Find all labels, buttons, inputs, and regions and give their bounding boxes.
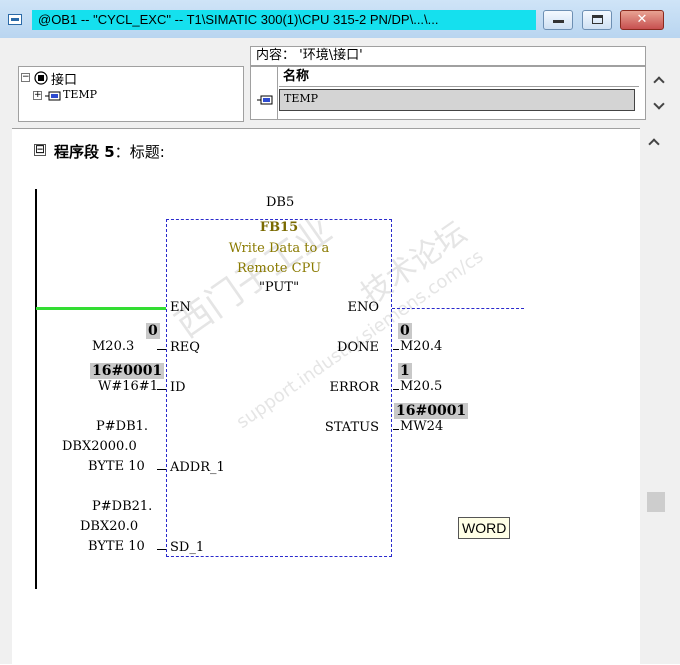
id-connector xyxy=(157,389,166,390)
pin-sd: SD_1 xyxy=(170,540,205,555)
close-icon: ✕ xyxy=(636,12,648,27)
network-label: 程序段 5 xyxy=(54,143,115,161)
tree-label-temp: TEMP xyxy=(63,88,98,101)
tree-label-interface: 接口 xyxy=(51,73,78,88)
error-connector xyxy=(393,389,399,390)
datatype-tooltip: WORD xyxy=(458,517,511,539)
status-operand[interactable]: MW24 xyxy=(400,419,443,434)
req-connector xyxy=(157,349,166,350)
table-row-temp[interactable]: TEMP xyxy=(279,89,635,111)
scroll-down-icon[interactable] xyxy=(653,98,665,110)
close-button[interactable]: ✕ xyxy=(620,10,664,30)
pin-req: REQ xyxy=(170,340,200,355)
interface-icon xyxy=(34,71,48,85)
window-app-icon xyxy=(8,14,22,25)
variable-icon xyxy=(45,91,61,101)
scroll-up-icon[interactable] xyxy=(653,76,665,88)
status-connector xyxy=(393,429,399,430)
table-scrollbar[interactable] xyxy=(650,66,668,120)
req-operand[interactable]: M20.3 xyxy=(92,339,134,354)
pin-en: EN xyxy=(170,300,191,315)
status-status-value: 16#0001 xyxy=(394,403,469,419)
network-separator: ： xyxy=(114,143,130,161)
addr-operand-line1[interactable]: P#DB1. xyxy=(96,419,148,434)
scroll-thumb[interactable] xyxy=(647,492,665,512)
sd-operand-line1[interactable]: P#DB21. xyxy=(92,499,152,514)
pin-id: ID xyxy=(170,380,186,395)
variable-row-icon xyxy=(257,95,273,105)
interface-tree[interactable]: − 接口 + TEMP xyxy=(18,66,244,122)
editor-scrollbar[interactable] xyxy=(640,128,668,664)
power-flow-line xyxy=(36,307,166,310)
id-status-value: 16#0001 xyxy=(90,363,165,379)
expand-toggle-icon[interactable]: + xyxy=(33,91,42,100)
network-collapse-icon[interactable]: ⊟ xyxy=(34,143,46,156)
addr-operand-line2[interactable]: DBX2000.0 xyxy=(62,439,137,454)
maximize-icon xyxy=(592,15,603,24)
pin-eno: ENO xyxy=(347,300,379,315)
pin-done: DONE xyxy=(337,340,379,355)
interface-table[interactable]: 名称 TEMP xyxy=(250,66,646,120)
minimize-button[interactable] xyxy=(543,10,573,30)
done-operand[interactable]: M20.4 xyxy=(400,339,442,354)
pin-status: STATUS xyxy=(324,420,379,435)
eno-line xyxy=(392,308,524,309)
power-rail xyxy=(35,189,37,589)
editor-window: @OB1 -- "CYCL_EXC" -- T1\SIMATIC 300(1)\… xyxy=(0,0,680,665)
fb-symbol: "PUT" xyxy=(258,280,300,295)
sd-connector xyxy=(157,549,166,550)
pin-addr: ADDR_1 xyxy=(170,460,225,475)
ladder-editor[interactable]: ⊟ 程序段 5：标题: 西门子工业 support.industry.sieme… xyxy=(12,128,640,665)
column-divider xyxy=(277,67,278,119)
content-header: 内容： '环境\接口' xyxy=(250,46,646,66)
done-status-value: 0 xyxy=(398,323,412,339)
id-operand[interactable]: W#16#1 xyxy=(98,379,158,394)
sd-operand-line2[interactable]: DBX20.0 xyxy=(80,519,138,534)
minimize-icon xyxy=(553,20,564,23)
interface-panel: 内容： '环境\接口' − 接口 + TEMP 名称 TEMP xyxy=(12,42,668,124)
done-connector xyxy=(393,349,399,350)
scroll-up-icon[interactable] xyxy=(648,138,660,150)
fb-name: FB15 xyxy=(259,220,299,235)
fb-comment-line2: Remote CPU xyxy=(236,261,322,276)
instance-db[interactable]: DB5 xyxy=(266,195,294,210)
fb-comment-line1: Write Data to a xyxy=(228,241,330,256)
network-title-label: 标题: xyxy=(129,143,165,161)
pin-error: ERROR xyxy=(329,380,379,395)
title-bar[interactable]: @OB1 -- "CYCL_EXC" -- T1\SIMATIC 300(1)\… xyxy=(0,0,680,38)
sd-operand-line3[interactable]: BYTE 10 xyxy=(88,539,145,554)
column-header-name[interactable]: 名称 xyxy=(279,68,639,87)
error-status-value: 1 xyxy=(398,363,412,379)
collapse-toggle-icon[interactable]: − xyxy=(21,73,30,82)
network-title: 程序段 5：标题: xyxy=(54,141,165,162)
addr-connector xyxy=(157,469,166,470)
error-operand[interactable]: M20.5 xyxy=(400,379,442,394)
req-status-value: 0 xyxy=(146,323,160,339)
window-title: @OB1 -- "CYCL_EXC" -- T1\SIMATIC 300(1)\… xyxy=(32,10,536,30)
maximize-button[interactable] xyxy=(582,10,612,30)
addr-operand-line3[interactable]: BYTE 10 xyxy=(88,459,145,474)
fb-block[interactable]: FB15 Write Data to a Remote CPU "PUT" EN… xyxy=(166,219,392,557)
